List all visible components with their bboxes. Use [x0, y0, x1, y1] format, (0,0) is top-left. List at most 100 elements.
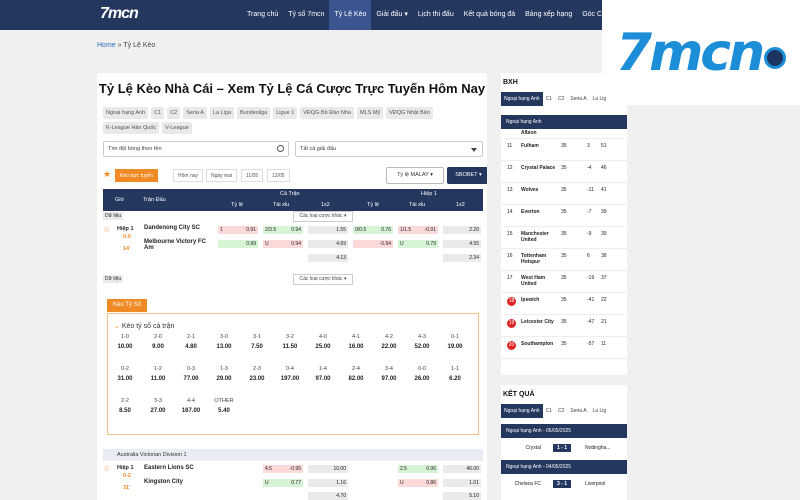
nav-giai-dau[interactable]: Giải đấu ▾ [371, 0, 413, 30]
odds-cell[interactable]: 2.5 0.96 [398, 465, 438, 473]
score-odds-cell[interactable]: 1-3 29.00 [209, 366, 239, 382]
correct-score-heading[interactable]: ⌄ Kèo tỷ số cả trận [114, 322, 174, 330]
tab-league[interactable]: La Lig [590, 404, 610, 418]
result-row[interactable]: Chelsea FC 3 - 1 Liverpool [501, 474, 627, 496]
score-odds-cell[interactable]: 2-3 23.00 [242, 366, 272, 382]
odds-cell[interactable]: 1.16 [308, 479, 348, 487]
league-select[interactable]: Tất cả giải đấu [295, 141, 483, 157]
tab-league[interactable]: La Lig [590, 92, 610, 106]
home-team[interactable]: Dandenong City SC [144, 225, 200, 231]
standings-row[interactable]: 12 Crystal Palace 35 -4 46 [501, 161, 627, 183]
standings-row[interactable]: 13 Wolves 35 -11 41 [501, 183, 627, 205]
score-odds-cell[interactable]: 4-1 16.00 [341, 334, 371, 350]
score-odds-cell[interactable]: 3-1 7.50 [242, 334, 272, 350]
league-chip[interactable]: Seria A [183, 107, 207, 119]
filter-tomorrow[interactable]: Ngày mai [206, 169, 238, 182]
tab-league[interactable]: Seria A [567, 92, 589, 106]
score-odds-cell[interactable]: 1-1 6.20 [440, 366, 470, 382]
score-odds-cell[interactable]: 1-4 97.00 [308, 366, 338, 382]
league-chip[interactable]: V-League [162, 122, 192, 134]
nav-home[interactable]: Trang chủ [242, 0, 283, 30]
league-chip[interactable]: Ngoại hạng Anh [103, 107, 149, 119]
league-chip[interactable]: MLS Mỹ [356, 107, 384, 119]
tab-league[interactable]: C2 [555, 92, 567, 106]
standings-row[interactable]: 20 Southampton 35 -57 11 [501, 337, 627, 359]
star-icon[interactable]: ☆ [103, 225, 110, 234]
odds-cell[interactable]: 10.00 [308, 465, 348, 473]
score-odds-cell[interactable]: 3-3 27.00 [143, 398, 173, 414]
standings-row[interactable]: 17 West Ham United 35 -19 37 [501, 271, 627, 293]
league-chip[interactable]: Ligue 1 [273, 107, 298, 119]
site-logo[interactable]: 7mcn [100, 5, 160, 25]
league-chip[interactable]: C2 [167, 107, 181, 119]
tab-keo-ty-so[interactable]: Kèo Tỷ Số [107, 299, 147, 312]
home-team[interactable]: Eastern Lions SC [144, 465, 194, 471]
tab-league[interactable]: C1 [543, 92, 555, 106]
score-odds-cell[interactable]: 0-4 197.00 [275, 366, 305, 382]
odds-cell[interactable]: 0.99 [218, 240, 258, 248]
bookmaker-select[interactable]: SBOBET ▾ [447, 167, 487, 184]
filter-today[interactable]: Hôm nay [173, 169, 204, 182]
league-chip[interactable]: Bundesliga [237, 107, 271, 119]
nav-tyle-keo[interactable]: Tỷ Lệ Kèo [329, 0, 372, 30]
odds-cell[interactable]: 5.10 [443, 492, 481, 500]
star-icon[interactable]: ☆ [103, 464, 110, 473]
away-team[interactable]: Kingston City [144, 479, 183, 485]
away-team[interactable]: Melbourne Victory FC Am [144, 239, 214, 251]
standings-row[interactable]: 16 Tottenham Hotspur 35 6 38 [501, 249, 627, 271]
odds-cell[interactable]: 1.01 [443, 479, 481, 487]
score-odds-cell[interactable]: 0-3 77.00 [176, 366, 206, 382]
filter-date-1105[interactable]: 11/05 [241, 169, 264, 182]
odds-cell[interactable]: U 0.79 [398, 240, 438, 248]
standings-row[interactable]: 14 Everton 35 -7 39 [501, 205, 627, 227]
tab-league[interactable]: C1 [543, 404, 555, 418]
standings-row[interactable]: Albion [501, 129, 627, 139]
score-odds-cell[interactable]: 4-0 25.00 [308, 334, 338, 350]
more-bets-button[interactable]: Các loại cược khác ▾ [293, 274, 353, 285]
odds-cell[interactable]: 0/0.5 0.76 [353, 226, 393, 234]
odds-cell[interactable]: 1 0.91 [218, 226, 258, 234]
breadcrumb-home[interactable]: Home [97, 42, 116, 49]
nav-ket-qua[interactable]: Kết quả bóng đá [459, 0, 520, 30]
score-odds-cell[interactable]: 1-2 11.00 [143, 366, 173, 382]
league-chip[interactable]: C1 [151, 107, 165, 119]
league-section-header[interactable]: Australia Victorian Division 1 [103, 449, 483, 461]
odds-type-select[interactable]: Tỷ lệ MALAY ▾ [386, 167, 444, 184]
odds-cell[interactable]: U 0.86 [398, 479, 438, 487]
odds-cell[interactable]: 4.5 -0.95 [263, 465, 303, 473]
odds-cell[interactable]: 1/1.5 -0.91 [398, 226, 438, 234]
odds-cell[interactable]: 1.55 [308, 226, 348, 234]
data-link[interactable]: Dữ liệu [103, 212, 124, 220]
tab-league[interactable]: Seria A [567, 404, 589, 418]
odds-cell[interactable]: 4.70 [308, 492, 348, 500]
score-odds-cell[interactable]: 4-4 167.00 [176, 398, 206, 414]
score-odds-cell[interactable]: 3-4 97.00 [374, 366, 404, 382]
score-odds-cell[interactable]: 0-0 26.00 [407, 366, 437, 382]
odds-cell[interactable]: 4.69 [308, 240, 348, 248]
odds-cell[interactable]: 46.00 [443, 465, 481, 473]
score-odds-cell[interactable]: 4-2 22.00 [374, 334, 404, 350]
score-odds-cell[interactable]: 2-2 8.50 [110, 398, 140, 414]
tab-league[interactable]: Ngoại hạng Anh [501, 404, 543, 418]
odds-cell[interactable]: U 0.77 [263, 479, 303, 487]
standings-row[interactable]: 11 Fulham 35 3 51 [501, 139, 627, 161]
nav-tyso[interactable]: Tỷ số 7mcn [283, 0, 329, 30]
data-link[interactable]: Dữ liệu [103, 275, 124, 283]
score-odds-cell[interactable]: 4-3 52.00 [407, 334, 437, 350]
standings-row[interactable]: 18 Ipswich 35 -41 22 [501, 293, 627, 315]
score-odds-cell[interactable]: 3-0 13.00 [209, 334, 239, 350]
odds-cell[interactable]: -0.94 [353, 240, 393, 248]
tab-league[interactable]: Ngoại hạng Anh [501, 92, 543, 106]
nav-bang-xep-hang[interactable]: Bảng xếp hạng [520, 0, 577, 30]
score-odds-cell[interactable]: 2-1 4.80 [176, 334, 206, 350]
score-odds-cell[interactable]: OTHER 5.40 [209, 398, 239, 414]
odds-cell[interactable]: 2.34 [443, 254, 481, 262]
score-odds-cell[interactable]: 0-1 19.00 [440, 334, 470, 350]
odds-cell[interactable]: 4.55 [443, 240, 481, 248]
score-odds-cell[interactable]: 2-0 9.00 [143, 334, 173, 350]
team-search-input[interactable]: Tìm đội bóng theo tên [103, 141, 289, 157]
league-chip[interactable]: K-League Hàn Quốc [103, 122, 160, 134]
league-chip[interactable]: VĐQG Nhật Bản [386, 107, 433, 119]
more-bets-button[interactable]: Các loại cược khác ▾ [293, 211, 353, 222]
league-chip[interactable]: La Liga [209, 107, 234, 119]
